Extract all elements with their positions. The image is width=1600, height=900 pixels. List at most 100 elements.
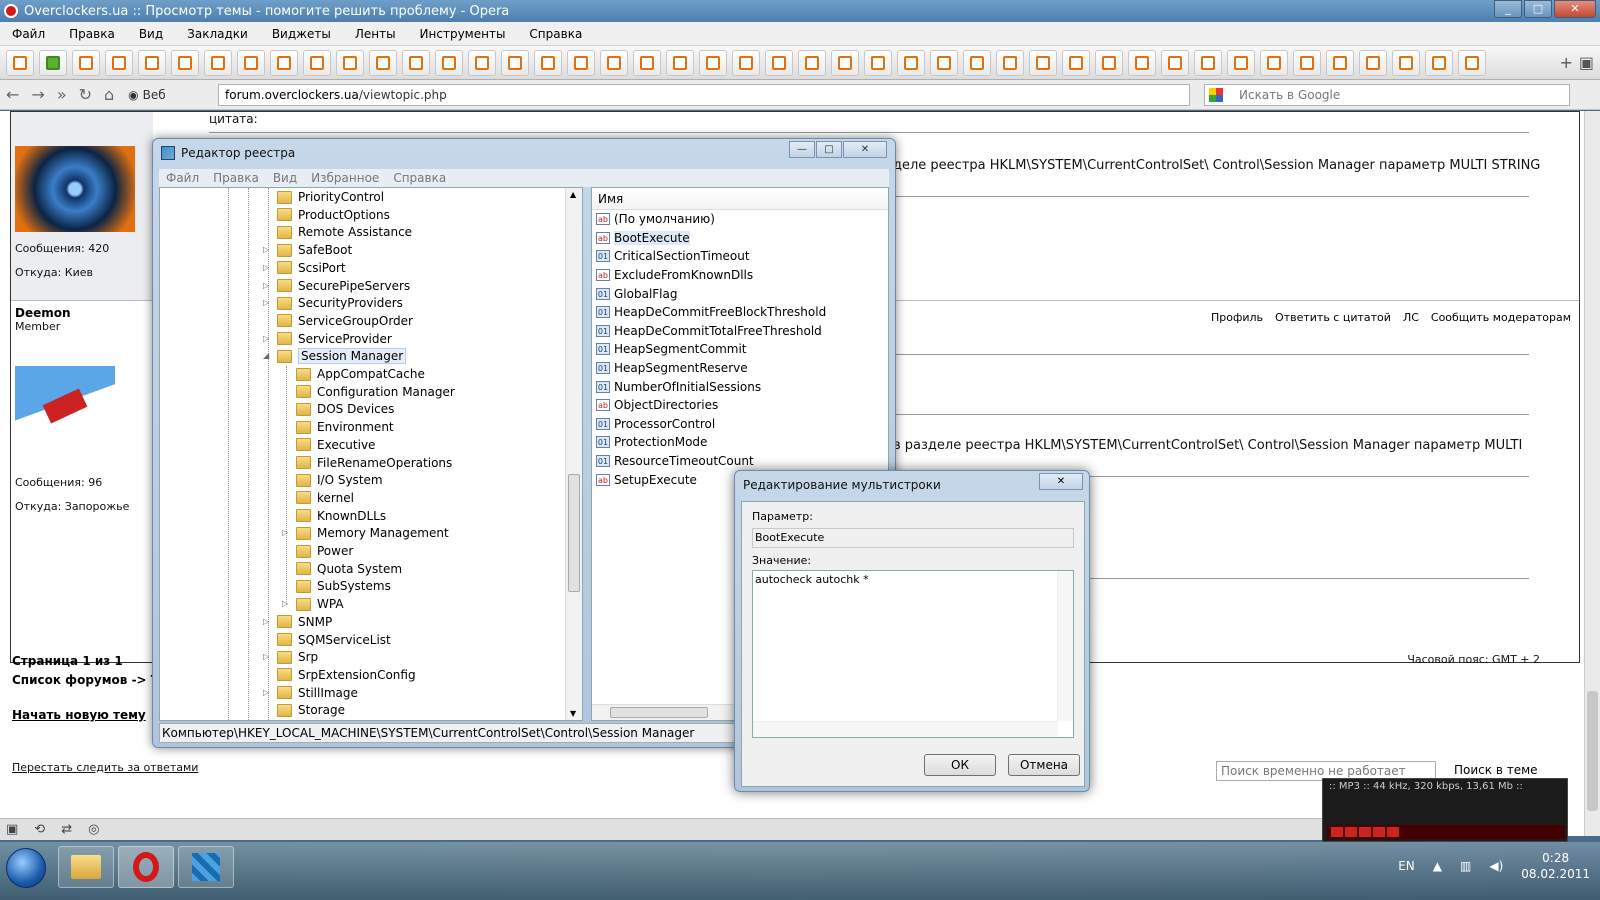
tree-node[interactable]: PriorityControl xyxy=(277,188,384,206)
tree-node[interactable]: KnownDLLs xyxy=(296,507,386,525)
tree-node[interactable]: Remote Assistance xyxy=(277,223,412,241)
browser-tab[interactable] xyxy=(1458,49,1486,76)
value-row[interactable]: 01 HeapSegmentReserve xyxy=(592,359,888,378)
browser-tab[interactable] xyxy=(864,49,892,76)
value-row[interactable]: 01 ProtectionMode xyxy=(592,433,888,452)
value-row[interactable]: 01 HeapDeCommitTotalFreeThreshold xyxy=(592,322,888,341)
regedit-menu-favorites[interactable]: Избранное xyxy=(304,171,386,185)
value-hscrollbar[interactable] xyxy=(753,721,1058,737)
tree-node[interactable]: ScsiPort xyxy=(277,259,346,277)
tree-node[interactable]: SafeBoot xyxy=(277,241,352,259)
browser-tab[interactable] xyxy=(204,49,232,76)
tree-node[interactable]: SubSystems xyxy=(296,577,391,595)
tree-scroll-thumb[interactable] xyxy=(568,474,580,592)
tree-node[interactable]: StillImage xyxy=(277,684,358,702)
tree-node[interactable]: Quota System xyxy=(296,560,402,578)
link-profile[interactable]: Профиль xyxy=(1211,311,1263,324)
forward-icon[interactable]: → xyxy=(31,85,44,104)
browser-tab[interactable] xyxy=(1425,49,1453,76)
taskbar-opera[interactable] xyxy=(118,846,174,888)
browser-tab[interactable] xyxy=(534,49,562,76)
sync-icon[interactable]: ⟲ xyxy=(34,822,45,837)
value-row[interactable]: ab BootExecute xyxy=(592,229,888,248)
tree-node[interactable]: WPA xyxy=(296,595,344,613)
tree-node[interactable]: SecurityProviders xyxy=(277,294,403,312)
browser-tab[interactable] xyxy=(567,49,595,76)
tree-node[interactable]: kernel xyxy=(296,489,354,507)
home-icon[interactable]: ⌂ xyxy=(104,85,114,104)
prev-icon[interactable] xyxy=(1373,827,1385,837)
browser-tab[interactable] xyxy=(1293,49,1321,76)
tree-node[interactable]: Environment xyxy=(296,418,394,436)
value-row[interactable]: 01 GlobalFlag xyxy=(592,284,888,303)
browser-tab[interactable] xyxy=(1227,49,1255,76)
tray-arrow-icon[interactable]: ▲ xyxy=(1433,859,1442,873)
browser-tab[interactable] xyxy=(270,49,298,76)
browser-tab[interactable] xyxy=(435,49,463,76)
forum-list-link[interactable]: Список форумов -> Т xyxy=(12,673,159,687)
browser-tab[interactable] xyxy=(1392,49,1420,76)
browser-tab[interactable] xyxy=(138,49,166,76)
browser-tab[interactable] xyxy=(699,49,727,76)
cancel-button[interactable]: Отмена xyxy=(1008,754,1080,776)
link-report[interactable]: Сообщить модераторам xyxy=(1431,311,1571,324)
link-pm[interactable]: ЛС xyxy=(1403,311,1419,324)
tree-node[interactable]: AppCompatCache xyxy=(296,365,425,383)
browser-tab[interactable] xyxy=(633,49,661,76)
start-button[interactable] xyxy=(6,848,46,888)
browser-tab[interactable] xyxy=(1161,49,1189,76)
browser-tab[interactable] xyxy=(39,49,67,76)
regedit-menu-file[interactable]: Файл xyxy=(159,171,206,185)
tree-node[interactable]: I/O System xyxy=(296,471,383,489)
browser-tab[interactable] xyxy=(468,49,496,76)
dialog-close-button[interactable]: ✕ xyxy=(1039,473,1083,490)
tree-node[interactable]: SNMP xyxy=(277,613,332,631)
search-in-topic-button[interactable]: Поиск в теме xyxy=(1454,763,1538,777)
menu-feeds[interactable]: Ленты xyxy=(343,27,408,41)
tree-node[interactable]: DOS Devices xyxy=(296,400,394,418)
browser-tab[interactable] xyxy=(831,49,859,76)
tree-node[interactable]: ServiceProvider xyxy=(277,330,392,348)
menu-widgets[interactable]: Виджеты xyxy=(260,27,343,41)
menu-tools[interactable]: Инструменты xyxy=(408,27,518,41)
browser-tab[interactable] xyxy=(237,49,265,76)
scroll-down-icon[interactable]: ▼ xyxy=(570,709,576,718)
stop-watch-link[interactable]: Перестать следить за ответами xyxy=(12,761,198,774)
browser-tab[interactable] xyxy=(600,49,628,76)
expand-arrow-icon[interactable]: ▷ xyxy=(263,298,269,307)
maximize-button[interactable]: □ xyxy=(1524,0,1552,18)
browser-tab[interactable] xyxy=(1062,49,1090,76)
expand-arrow-icon[interactable]: ▷ xyxy=(263,263,269,272)
panel-toggle-icon[interactable]: ▣ xyxy=(6,822,18,837)
browser-tab[interactable] xyxy=(666,49,694,76)
browser-tab[interactable] xyxy=(930,49,958,76)
browser-tab[interactable] xyxy=(369,49,397,76)
browser-tab[interactable] xyxy=(501,49,529,76)
value-row[interactable]: ab ObjectDirectories xyxy=(592,396,888,415)
browser-tab[interactable] xyxy=(765,49,793,76)
value-row[interactable]: ab ExcludeFromKnownDlls xyxy=(592,266,888,285)
link-quote-reply[interactable]: Ответить с цитатой xyxy=(1275,311,1391,324)
pause-icon[interactable] xyxy=(1345,827,1357,837)
browser-tab[interactable] xyxy=(6,49,34,76)
tree-node[interactable]: Power xyxy=(296,542,353,560)
value-row[interactable]: ab (По умолчанию) xyxy=(592,210,888,229)
value-row[interactable]: 01 ProcessorControl xyxy=(592,415,888,434)
browser-tab[interactable] xyxy=(897,49,925,76)
stop-icon[interactable] xyxy=(1359,827,1371,837)
page-scrollbar[interactable] xyxy=(1584,111,1600,836)
expand-arrow-icon[interactable]: ▷ xyxy=(282,528,288,537)
speed-dial-icon[interactable]: ◎ xyxy=(88,822,99,837)
browser-tab[interactable] xyxy=(1128,49,1156,76)
regedit-close-button[interactable]: ✕ xyxy=(843,141,887,158)
menu-file[interactable]: Файл xyxy=(0,27,57,41)
reload-icon[interactable]: ↻ xyxy=(79,85,92,104)
expand-arrow-icon[interactable]: ▷ xyxy=(282,599,288,608)
next-icon[interactable] xyxy=(1387,827,1399,837)
browser-tab[interactable] xyxy=(171,49,199,76)
language-indicator[interactable]: EN xyxy=(1398,859,1415,873)
fast-forward-icon[interactable]: » xyxy=(57,85,67,104)
close-button[interactable]: ✕ xyxy=(1554,0,1596,18)
values-scroll-thumb[interactable] xyxy=(610,707,708,718)
volume-icon[interactable]: ◀) xyxy=(1489,859,1503,873)
